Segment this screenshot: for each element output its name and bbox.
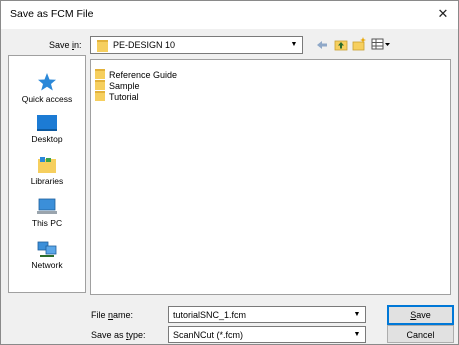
file-name-field[interactable]: tutorialSNC_1.fcm ▼ xyxy=(168,306,366,323)
file-name: Reference Guide xyxy=(109,70,178,80)
save-in-value: PE-DESIGN 10 xyxy=(113,40,176,50)
place-network[interactable]: Network xyxy=(9,240,85,270)
save-dialog: Save as FCM File ✕ Save in: PE-DESIGN 10… xyxy=(0,0,459,345)
desktop-icon xyxy=(37,115,57,131)
dialog-title: Save as FCM File xyxy=(10,8,94,20)
network-icon xyxy=(37,241,57,257)
chevron-down-icon[interactable]: ▼ xyxy=(351,308,363,321)
place-this-pc[interactable]: This PC xyxy=(9,198,85,228)
places-bar: Quick access Desktop Libraries This PC N… xyxy=(8,55,86,293)
file-name-value: tutorialSNC_1.fcm xyxy=(173,310,247,320)
save-in-label: Save in: xyxy=(49,40,82,50)
star-icon xyxy=(38,73,56,91)
view-menu-icon[interactable] xyxy=(371,38,391,51)
up-folder-icon[interactable] xyxy=(334,38,348,51)
folder-icon xyxy=(97,40,108,52)
file-name: Sample xyxy=(109,81,140,91)
save-as-type-dropdown[interactable]: ScanNCut (*.fcm) ▼ xyxy=(168,326,366,343)
list-item[interactable]: Reference Guide xyxy=(95,69,177,80)
close-icon[interactable]: ✕ xyxy=(432,3,454,25)
computer-icon xyxy=(37,198,57,214)
place-label: Quick access xyxy=(21,94,73,104)
back-arrow-icon[interactable] xyxy=(316,39,328,51)
place-quick-access[interactable]: Quick access xyxy=(9,72,85,104)
chevron-down-icon[interactable]: ▼ xyxy=(288,38,300,52)
list-item[interactable]: Tutorial xyxy=(95,91,139,102)
place-label: Desktop xyxy=(31,134,63,144)
folder-icon xyxy=(95,91,105,101)
chevron-down-icon[interactable]: ▼ xyxy=(351,328,363,341)
file-name-label: File name: xyxy=(91,310,134,320)
file-list[interactable]: Reference Guide Sample Tutorial xyxy=(90,59,451,295)
file-name: Tutorial xyxy=(109,92,139,102)
place-label: This PC xyxy=(31,218,63,228)
libraries-icon xyxy=(38,157,56,173)
place-label: Libraries xyxy=(30,176,64,186)
place-label: Network xyxy=(31,260,63,270)
place-desktop[interactable]: Desktop xyxy=(9,114,85,144)
folder-icon xyxy=(95,69,105,79)
save-as-type-label: Save as type: xyxy=(91,330,146,340)
list-item[interactable]: Sample xyxy=(95,80,140,91)
save-button[interactable]: Save xyxy=(387,305,454,325)
new-folder-icon[interactable] xyxy=(352,37,366,51)
place-libraries[interactable]: Libraries xyxy=(9,156,85,186)
cancel-button[interactable]: Cancel xyxy=(387,325,454,343)
folder-icon xyxy=(95,80,105,90)
title-bar: Save as FCM File ✕ xyxy=(1,1,458,29)
save-in-dropdown[interactable]: PE-DESIGN 10 ▼ xyxy=(90,36,303,54)
save-as-type-value: ScanNCut (*.fcm) xyxy=(173,330,244,340)
